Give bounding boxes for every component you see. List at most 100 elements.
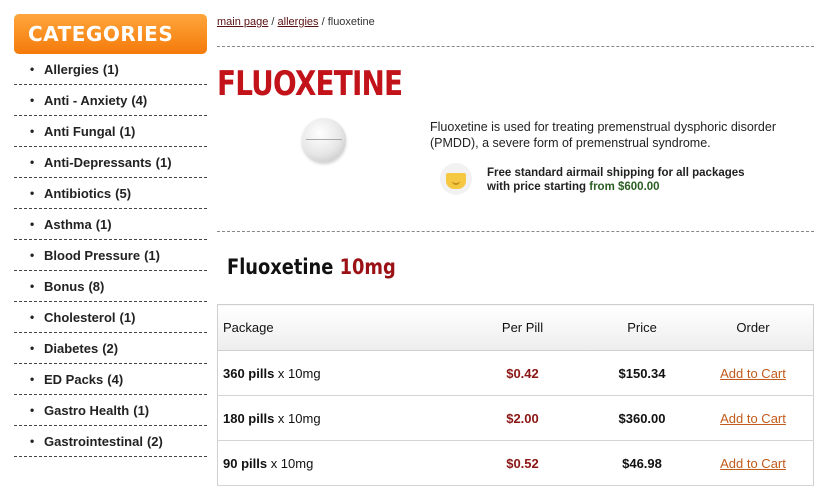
price-cell: $46.98 [591, 440, 693, 486]
bullet-icon: • [30, 155, 35, 169]
category-label: Bonus [44, 278, 85, 294]
category-label: Anti-Depressants [44, 154, 152, 170]
category-label: Gastrointestinal [44, 433, 143, 449]
category-count: (1) [144, 247, 160, 263]
pill-dose: x 10mg [274, 410, 321, 426]
page-title: FLUOXETINE [217, 64, 403, 104]
category-count: (1) [119, 123, 136, 139]
category-label: Gastro Health [44, 402, 130, 418]
bullet-icon: • [30, 341, 35, 355]
divider [217, 46, 814, 47]
category-item-bonus[interactable]: • Bonus (8) [14, 271, 207, 302]
column-header-per-pill: Per Pill [454, 304, 591, 351]
divider [217, 231, 814, 232]
order-cell: Add to Cart [693, 440, 814, 486]
category-item-anti-depressants[interactable]: • Anti-Depressants (1) [14, 147, 207, 178]
add-to-cart-link[interactable]: Add to Cart [720, 366, 786, 381]
bullet-icon: • [30, 62, 35, 76]
category-count: (1) [155, 154, 172, 170]
bullet-icon: • [30, 248, 35, 262]
category-label: ED Packs [44, 371, 104, 387]
category-count: (8) [88, 278, 105, 294]
product-description: Fluoxetine is used for treating premenst… [430, 120, 777, 150]
category-count: (1) [119, 309, 136, 325]
table-header-row: Package Per Pill Price Order [217, 304, 814, 351]
category-count: (5) [115, 185, 132, 201]
bullet-icon: • [30, 124, 35, 138]
category-item-asthma[interactable]: • Asthma (1) [14, 209, 207, 240]
category-item-allergies[interactable]: • Allergies (1) [14, 54, 207, 85]
breadcrumb-current: fluoxetine [327, 16, 375, 28]
category-label: Antibiotics [44, 185, 112, 201]
bullet-icon: • [30, 186, 35, 200]
package-cell: 90 pills x 10mg [217, 440, 454, 486]
price-cell: $150.34 [591, 350, 693, 396]
category-count: (4) [131, 92, 148, 108]
bullet-icon: • [30, 310, 35, 324]
product-dose: 10mg [339, 255, 396, 279]
breadcrumb-category-link[interactable]: allergies [278, 16, 319, 28]
category-item-ed-packs[interactable]: • ED Packs (4) [14, 364, 207, 395]
product-heading: Fluoxetine 10mg [227, 255, 396, 279]
bullet-icon: • [30, 279, 35, 293]
add-to-cart-link[interactable]: Add to Cart [720, 411, 786, 426]
order-cell: Add to Cart [693, 350, 814, 396]
pill-image [302, 118, 346, 162]
categories-header: CATEGORIES [14, 14, 207, 54]
bullet-icon: • [30, 372, 35, 386]
category-item-cholesterol[interactable]: • Cholesterol (1) [14, 302, 207, 333]
product-name: Fluoxetine [227, 255, 340, 279]
category-item-anti-anxiety[interactable]: • Anti - Anxiety (4) [14, 85, 207, 116]
column-header-package: Package [217, 304, 454, 351]
category-item-antibiotics[interactable]: • Antibiotics (5) [14, 178, 207, 209]
breadcrumb-home-link[interactable]: main page [217, 16, 268, 28]
package-cell: 360 pills x 10mg [217, 350, 454, 396]
table-row: 180 pills x 10mg $2.00 $360.00 Add to Ca… [217, 395, 814, 441]
shipping-threshold: from $600.00 [589, 181, 660, 194]
category-item-gastrointestinal[interactable]: • Gastrointestinal (2) [14, 426, 207, 457]
category-count: (2) [146, 433, 163, 449]
bullet-icon: • [30, 403, 35, 417]
category-label: Blood Pressure [44, 247, 141, 263]
category-count: (1) [102, 61, 119, 77]
pill-count: 90 pills [223, 455, 268, 471]
per-pill-cell: $0.52 [454, 440, 591, 486]
package-cell: 180 pills x 10mg [217, 395, 454, 441]
shipping-notice: Free standard airmail shipping for all p… [487, 166, 767, 195]
add-to-cart-link[interactable]: Add to Cart [720, 456, 786, 471]
category-label: Allergies [44, 61, 99, 77]
category-count: (4) [107, 371, 124, 387]
category-item-anti-fungal[interactable]: • Anti Fungal (1) [14, 116, 207, 147]
pill-count: 360 pills [223, 365, 275, 381]
order-cell: Add to Cart [693, 395, 814, 441]
bullet-icon: • [30, 93, 35, 107]
table-row: 360 pills x 10mg $0.42 $150.34 Add to Ca… [217, 350, 814, 396]
shipping-box-icon [440, 163, 472, 195]
per-pill-cell: $0.42 [454, 350, 591, 396]
pill-count: 180 pills [223, 410, 275, 426]
category-count: (2) [102, 340, 119, 356]
pill-dose: x 10mg [274, 365, 321, 381]
column-header-price: Price [591, 304, 693, 351]
category-count: (1) [95, 216, 112, 232]
category-item-blood-pressure[interactable]: • Blood Pressure (1) [14, 240, 207, 271]
bullet-icon: • [30, 217, 35, 231]
categories-sidebar: CATEGORIES • Allergies (1) • Anti - Anxiety… [14, 14, 207, 457]
breadcrumb: main page / allergies / fluoxetine [217, 16, 375, 28]
per-pill-cell: $2.00 [454, 395, 591, 441]
category-label: Anti Fungal [44, 123, 116, 139]
package-table: Package Per Pill Price Order 360 pills x… [217, 304, 814, 486]
table-row: 90 pills x 10mg $0.52 $46.98 Add to Cart [217, 440, 814, 486]
category-item-diabetes[interactable]: • Diabetes (2) [14, 333, 207, 364]
category-count: (1) [133, 402, 150, 418]
category-list: • Allergies (1) • Anti - Anxiety (4) • Anti F… [14, 54, 207, 457]
category-label: Asthma [44, 216, 92, 232]
category-label: Cholesterol [44, 309, 116, 325]
pill-dose: x 10mg [267, 455, 314, 471]
price-cell: $360.00 [591, 395, 693, 441]
breadcrumb-separator: / [268, 16, 278, 28]
category-label: Anti - Anxiety [44, 92, 128, 108]
category-item-gastro-health[interactable]: • Gastro Health (1) [14, 395, 207, 426]
bullet-icon: • [30, 434, 35, 448]
breadcrumb-separator: / [318, 16, 328, 28]
